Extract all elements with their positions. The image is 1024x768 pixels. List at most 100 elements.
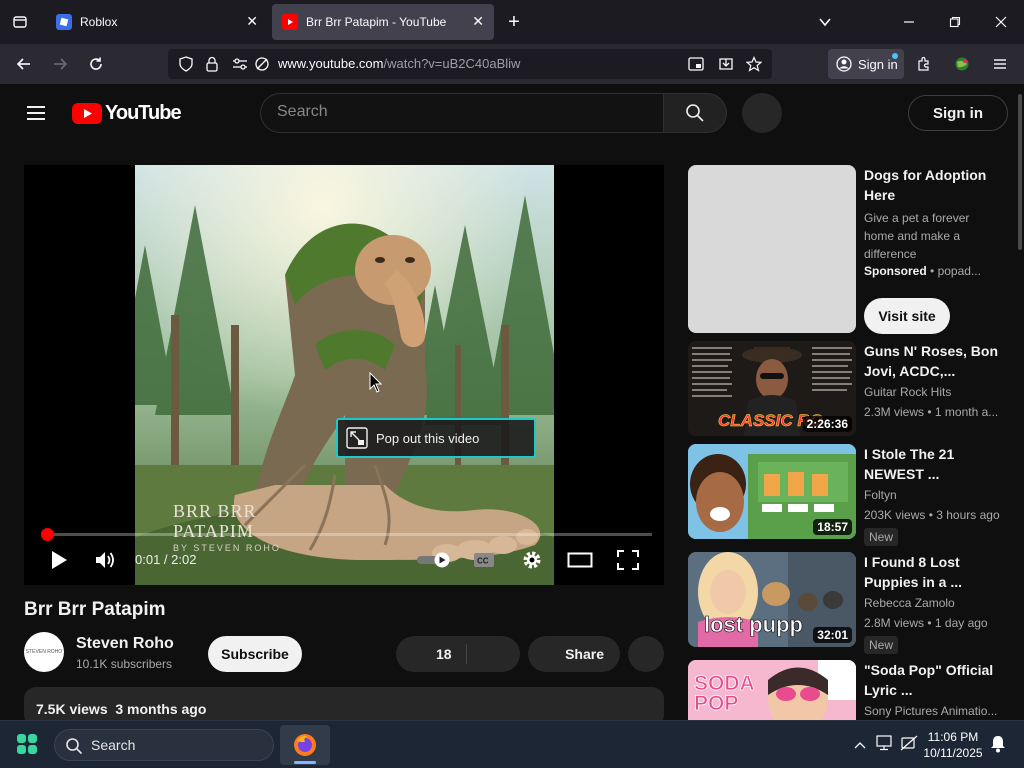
video-title[interactable]: I Found 8 Lost Puppies in a ... xyxy=(864,552,1000,592)
extension-globe-icon[interactable] xyxy=(950,52,974,76)
visit-site-label: Visit site xyxy=(878,308,936,324)
display-icon[interactable] xyxy=(876,735,894,756)
forward-icon[interactable] xyxy=(48,52,72,76)
visit-site-button[interactable]: Visit site xyxy=(864,298,950,334)
pop-out-icon xyxy=(346,427,368,449)
svg-text:CC: CC xyxy=(477,557,489,566)
subscribe-label: Subscribe xyxy=(221,646,289,662)
start-menu-icon[interactable] xyxy=(16,733,38,760)
timecode: 0:01 / 2:02 xyxy=(135,552,197,567)
save-to-pocket-icon[interactable] xyxy=(714,52,738,76)
page-scrollbar[interactable] xyxy=(1016,84,1024,720)
bookmark-star-icon[interactable] xyxy=(742,52,766,76)
video-player[interactable]: BRR BRR PATAPIM BY STEVEN ROHO Pop out t… xyxy=(24,165,664,585)
channel-name[interactable]: Foltyn xyxy=(864,488,897,502)
channel-name[interactable]: Steven Roho xyxy=(76,635,174,653)
clock-time: 11:06 PM xyxy=(927,730,979,744)
video-stats: 2.8M views • 1 day ago xyxy=(864,616,988,630)
video-frame[interactable]: BRR BRR PATAPIM BY STEVEN ROHO xyxy=(135,165,554,585)
channel-name[interactable]: Sony Pictures Animatio... xyxy=(864,704,997,718)
search-button[interactable] xyxy=(663,93,727,133)
minimize-window-icon[interactable] xyxy=(886,0,932,44)
play-icon xyxy=(50,550,68,570)
tab-youtube[interactable]: Brr Brr Patapim - YouTube ✕ xyxy=(272,4,494,40)
taskbar-search-box[interactable]: Search xyxy=(54,729,274,761)
video-duration: 2:26:36 xyxy=(802,416,852,432)
close-tab-icon[interactable]: ✕ xyxy=(472,13,484,30)
youtube-logo-text: YouTube xyxy=(105,102,182,124)
sponsored-ad[interactable]: Dogs for Adoption Here Give a pet a fore… xyxy=(688,165,1008,335)
like-dislike-button[interactable]: 18 xyxy=(396,636,520,672)
lock-icon[interactable] xyxy=(200,52,224,76)
share-button[interactable]: Share xyxy=(528,636,620,672)
more-actions-button[interactable] xyxy=(628,636,664,672)
url-path: /watch?v=uB2C40aBliw xyxy=(383,56,521,71)
active-app-indicator xyxy=(294,761,316,764)
captions-button[interactable]: CC xyxy=(468,545,500,575)
settings-button[interactable] xyxy=(516,545,548,575)
video-thumbnail[interactable]: CLASSIC RO 2:26:36 xyxy=(688,341,856,436)
recommended-video[interactable]: CLASSIC RO 2:26:36 Guns N' Roses, Bon Jo… xyxy=(688,341,1008,437)
notification-dot-icon xyxy=(892,53,898,59)
tab-roblox[interactable]: Roblox ✕ xyxy=(46,4,268,40)
account-icon xyxy=(836,56,852,72)
fullscreen-button[interactable] xyxy=(612,545,644,575)
video-thumbnail[interactable]: 18:57 xyxy=(688,444,856,539)
channel-name[interactable]: Guitar Rock Hits xyxy=(864,385,951,399)
shield-icon[interactable] xyxy=(174,52,198,76)
tab-list-icon[interactable] xyxy=(8,10,32,34)
channel-name[interactable]: Rebecca Zamolo xyxy=(864,596,955,610)
new-tab-icon[interactable]: + xyxy=(502,10,526,34)
taskbar-clock[interactable]: 11:06 PM 10/11/2025 xyxy=(920,729,986,761)
notification-bell-icon[interactable] xyxy=(990,735,1006,758)
address-bar[interactable]: www.youtube.com/watch?v=uB2C40aBliw xyxy=(168,49,772,79)
close-window-icon[interactable] xyxy=(978,0,1024,44)
close-tab-icon[interactable]: ✕ xyxy=(246,13,258,30)
autoplay-blocked-icon[interactable] xyxy=(250,52,274,76)
network-icon[interactable] xyxy=(900,735,918,756)
video-title[interactable]: "Soda Pop" Official Lyric ... xyxy=(864,660,1000,700)
picture-in-picture-icon[interactable] xyxy=(684,52,708,76)
browser-account-button[interactable]: Sign in xyxy=(828,49,904,79)
theater-mode-button[interactable] xyxy=(564,545,596,575)
progress-scrubber[interactable] xyxy=(40,528,54,541)
scrollbar-thumb[interactable] xyxy=(1018,94,1022,250)
taskbar-firefox-button[interactable] xyxy=(280,725,330,765)
youtube-sign-in-button[interactable]: Sign in xyxy=(908,95,1008,131)
restore-window-icon[interactable] xyxy=(932,0,978,44)
play-button[interactable] xyxy=(44,545,74,575)
channel-avatar[interactable]: STEVEN ROHO xyxy=(24,632,64,672)
voice-search-button[interactable] xyxy=(742,93,782,133)
ad-title[interactable]: Dogs for Adoption Here xyxy=(864,165,1000,205)
clock-date: 10/11/2025 xyxy=(923,746,983,760)
chevron-up-icon[interactable] xyxy=(854,737,866,755)
mouse-cursor-icon xyxy=(369,371,383,399)
thumbnail-text: lost pupp xyxy=(704,612,804,638)
chevron-down-icon[interactable] xyxy=(813,10,837,34)
recommended-video[interactable]: SODA POP "Soda Pop" Official Lyric ... S… xyxy=(688,660,1008,720)
video-thumbnail[interactable]: SODA POP xyxy=(688,660,856,720)
recommended-video[interactable]: 18:57 I Stole The 21 NEWEST ... Foltyn 2… xyxy=(688,444,1008,546)
back-icon[interactable] xyxy=(12,52,36,76)
search-input[interactable] xyxy=(277,103,647,121)
video-title[interactable]: I Stole The 21 NEWEST ... xyxy=(864,444,1000,484)
extensions-icon[interactable] xyxy=(912,52,936,76)
youtube-logo[interactable]: YouTube xyxy=(72,102,182,125)
ad-sponsor-line: Sponsored • popad... xyxy=(864,264,981,278)
search-box[interactable] xyxy=(260,93,664,133)
hamburger-menu-icon[interactable] xyxy=(24,101,48,125)
recommended-video[interactable]: lost pupp 32:01 I Found 8 Lost Puppies i… xyxy=(688,552,1008,654)
video-thumbnail[interactable]: lost pupp 32:01 xyxy=(688,552,856,647)
browser-tab-bar: Roblox ✕ Brr Brr Patapim - YouTube ✕ + xyxy=(0,0,1024,44)
permissions-icon[interactable] xyxy=(228,52,252,76)
subscribe-button[interactable]: Subscribe xyxy=(208,636,302,672)
pop-out-video-button[interactable]: Pop out this video xyxy=(336,418,536,458)
mute-button[interactable] xyxy=(90,545,120,575)
video-stats: 203K views • 3 hours ago xyxy=(864,508,1000,522)
autoplay-toggle[interactable] xyxy=(414,545,454,575)
ad-thumbnail[interactable] xyxy=(688,165,856,333)
video-title[interactable]: Guns N' Roses, Bon Jovi, ACDC,... xyxy=(864,341,1000,381)
progress-bar[interactable] xyxy=(40,528,652,541)
menu-icon[interactable] xyxy=(988,52,1012,76)
reload-icon[interactable] xyxy=(84,52,108,76)
